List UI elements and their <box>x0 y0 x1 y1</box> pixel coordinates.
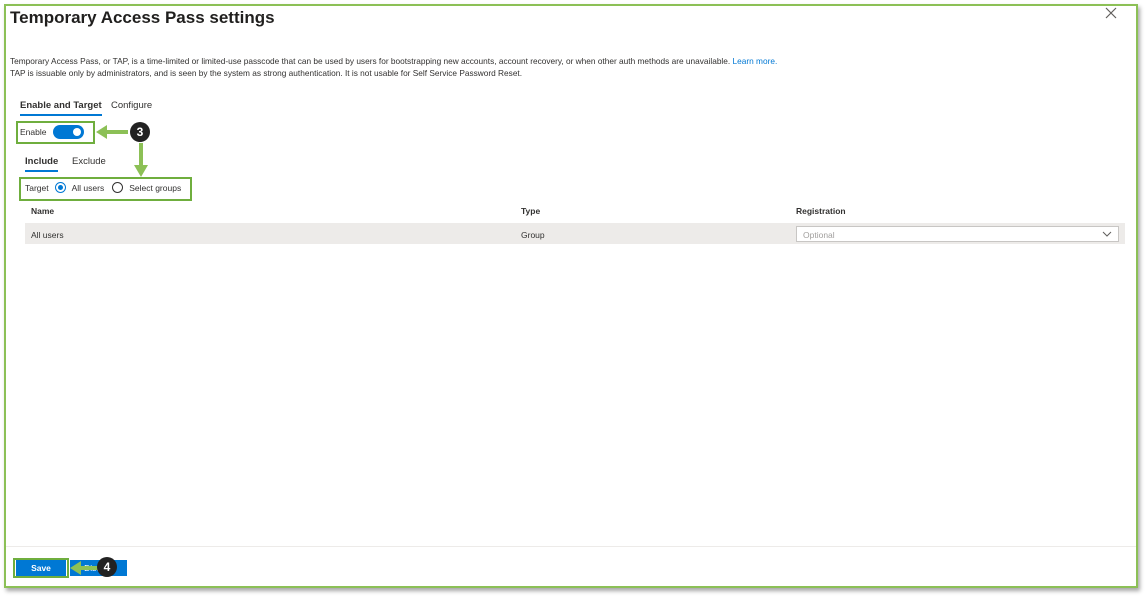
description-line1: Temporary Access Pass, or TAP, is a time… <box>10 56 731 66</box>
target-label: Target <box>25 182 49 193</box>
footer-divider <box>6 546 1136 547</box>
tab-configure[interactable]: Configure <box>111 100 152 111</box>
description-line2: TAP is issuable only by administrators, … <box>10 67 523 78</box>
registration-dropdown[interactable]: Optional <box>796 226 1119 242</box>
save-highlight-box <box>13 558 69 578</box>
tab-include[interactable]: Include <box>25 156 59 172</box>
settings-panel <box>4 4 1138 588</box>
step-4-badge: 4 <box>97 557 117 577</box>
chevron-down-icon <box>1102 231 1112 237</box>
registration-placeholder: Optional <box>803 230 835 240</box>
toggle-knob <box>73 128 81 136</box>
enable-toggle[interactable] <box>53 125 84 139</box>
tab-enable-and-target[interactable]: Enable and Target <box>20 100 102 116</box>
more-options-icon[interactable]: ··· <box>256 8 271 22</box>
row-type: Group <box>521 230 545 240</box>
learn-more-link[interactable]: Learn more. <box>733 56 778 66</box>
step-3-badge: 3 <box>130 122 150 142</box>
close-icon[interactable] <box>1104 6 1118 20</box>
row-name: All users <box>31 230 64 240</box>
target-radio-group: Target All users Select groups <box>25 182 181 193</box>
arrow-left-icon <box>96 125 128 139</box>
radio-select-groups[interactable] <box>112 182 124 193</box>
radio-all-users[interactable] <box>54 182 66 193</box>
tab-exclude[interactable]: Exclude <box>72 156 106 167</box>
column-header-registration: Registration <box>796 206 846 216</box>
panel-title: Temporary Access Pass settings <box>10 8 275 27</box>
arrow-left-icon <box>70 561 98 575</box>
column-header-type: Type <box>521 206 541 216</box>
column-header-name: Name <box>31 206 55 216</box>
description: Temporary Access Pass, or TAP, is a time… <box>10 56 1110 79</box>
arrow-down-icon <box>134 143 148 177</box>
radio-select-groups-label[interactable]: Select groups <box>129 183 181 193</box>
radio-all-users-label[interactable]: All users <box>72 183 105 193</box>
enable-label: Enable <box>20 127 47 137</box>
